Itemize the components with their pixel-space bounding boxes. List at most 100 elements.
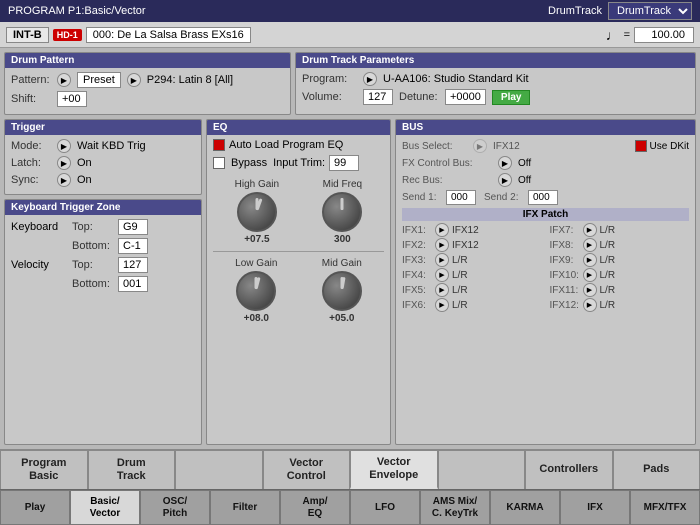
auto-load-label: Auto Load Program EQ [229, 139, 343, 151]
bus-header: BUS [396, 120, 695, 135]
tab2-karma[interactable]: KARMA [490, 490, 560, 525]
tab-empty2 [438, 450, 526, 489]
ifx-grid: IFX1: ▶ IFX12 IFX7: ▶ L/R IFX2: ▶ IFX12 [402, 223, 689, 312]
mid-gain-group: Mid Gain +05.0 [322, 258, 362, 324]
send1-value: 000 [446, 190, 476, 205]
tempo-value: 100.00 [634, 27, 694, 43]
kbd-zone-panel: Keyboard Trigger Zone Keyboard Top: G9 B… [4, 199, 202, 445]
eq-panel: EQ Auto Load Program EQ Bypass Input Tri… [206, 119, 391, 445]
tab-program-basic[interactable]: Program Basic [0, 450, 88, 489]
fx-control-label: FX Control Bus: [402, 158, 492, 169]
mode-arrow[interactable]: ▶ [57, 139, 71, 153]
list-item: IFX2: ▶ IFX12 [402, 238, 542, 252]
latch-value: On [77, 157, 92, 169]
kbd-top-label: Top: [72, 221, 112, 233]
sync-arrow[interactable]: ▶ [57, 173, 71, 187]
sync-label: Sync: [11, 174, 51, 186]
mid-gain-label: Mid Gain [322, 258, 362, 269]
tab2-basic-vector[interactable]: Basic/ Vector [70, 490, 140, 525]
dt-detune-value: +0000 [445, 89, 486, 105]
mid-freq-label: Mid Freq [323, 179, 362, 190]
list-item: IFX10: ▶ L/R [550, 268, 690, 282]
tab2-amp-eq[interactable]: Amp/ EQ [280, 490, 350, 525]
high-gain-label: High Gain [235, 179, 279, 190]
rec-bus-arrow[interactable]: ▶ [498, 173, 512, 187]
tab2-play[interactable]: Play [0, 490, 70, 525]
tab-controllers[interactable]: Controllers [525, 450, 613, 489]
tab-vector-envelope[interactable]: Vector Envelope [350, 450, 438, 489]
list-item: IFX3: ▶ L/R [402, 253, 542, 267]
tab2-osc-pitch[interactable]: OSC/ Pitch [140, 490, 210, 525]
bypass-label: Bypass [231, 157, 267, 169]
int-b-label: INT-B [6, 27, 49, 43]
send1-label: Send 1: [402, 192, 442, 203]
ifx-patch-header: IFX Patch [402, 208, 689, 221]
tab-pads[interactable]: Pads [613, 450, 700, 489]
play-button[interactable]: Play [492, 90, 531, 105]
bypass-checkbox[interactable] [213, 157, 225, 169]
tab2-ams-mix[interactable]: AMS Mix/ C. KeyTrk [420, 490, 490, 525]
tab-drum-track[interactable]: Drum Track [88, 450, 176, 489]
hd1-badge: HD-1 [53, 29, 82, 41]
pattern-arrow[interactable]: ▶ [57, 73, 71, 87]
dt-program-arrow[interactable]: ▶ [363, 72, 377, 86]
shift-value: +00 [57, 91, 87, 107]
list-item: IFX1: ▶ IFX12 [402, 223, 542, 237]
mode-label-t: Mode: [11, 140, 51, 152]
low-gain-knob[interactable] [236, 271, 276, 311]
pattern-value-arrow[interactable]: ▶ [127, 73, 141, 87]
latch-arrow[interactable]: ▶ [57, 156, 71, 170]
list-item: IFX7: ▶ L/R [550, 223, 690, 237]
list-item: IFX4: ▶ L/R [402, 268, 542, 282]
mode-dropdown[interactable]: DrumTrack [608, 2, 692, 20]
dt-detune-label: Detune: [399, 91, 439, 103]
send2-label: Send 2: [484, 192, 524, 203]
mid-freq-knob[interactable] [322, 192, 362, 232]
dt-program-value: U-AA106: Studio Standard Kit [383, 73, 529, 85]
keyboard-label: Keyboard [11, 221, 66, 233]
rec-bus-label: Rec Bus: [402, 175, 492, 186]
tempo-icon: ♩ [606, 27, 620, 43]
kbd-bottom-label: Bottom: [72, 240, 112, 252]
list-item: IFX8: ▶ L/R [550, 238, 690, 252]
velocity-label: Velocity [11, 259, 66, 271]
bottom-tabs-row1: Program Basic Drum Track Vector Control … [0, 449, 700, 489]
kbd-zone-header: Keyboard Trigger Zone [5, 200, 201, 215]
high-gain-knob[interactable] [237, 192, 277, 232]
input-trim-label: Input Trim: [273, 157, 325, 169]
dt-volume-value: 127 [363, 89, 393, 105]
send2-value: 000 [528, 190, 558, 205]
rec-bus-value: Off [518, 175, 531, 186]
tab2-ifx[interactable]: IFX [560, 490, 630, 525]
mode-label: DrumTrack [548, 5, 602, 17]
kbd-bottom-value: C-1 [118, 238, 148, 254]
mid-gain-knob[interactable] [322, 271, 362, 311]
vel-top-label: Top: [72, 259, 112, 271]
fx-control-value: Off [518, 158, 531, 169]
bus-select-arrow[interactable]: ▶ [473, 139, 487, 153]
low-gain-value: +08.0 [244, 313, 269, 324]
shift-label: Shift: [11, 93, 51, 105]
use-dkit-checkbox[interactable] [635, 140, 647, 152]
tab-vector-control[interactable]: Vector Control [263, 450, 351, 489]
patch-name: 000: De La Salsa Brass EXs16 [86, 27, 251, 43]
bus-select-label: Bus Select: [402, 141, 467, 152]
tab2-filter[interactable]: Filter [210, 490, 280, 525]
drum-track-header: Drum Track Parameters [296, 53, 695, 68]
kbd-top-value: G9 [118, 219, 148, 235]
input-trim-value: 99 [329, 155, 359, 171]
top-bar: INT-B HD-1 000: De La Salsa Brass EXs16 … [0, 22, 700, 48]
tab2-lfo[interactable]: LFO [350, 490, 420, 525]
high-gain-value: +07.5 [244, 234, 269, 245]
auto-load-checkbox[interactable] [213, 139, 225, 151]
pattern-value: P294: Latin 8 [All] [147, 74, 233, 86]
program-title: PROGRAM P1:Basic/Vector [8, 5, 146, 17]
tab2-mfx-tfx[interactable]: MFX/TFX [630, 490, 700, 525]
fx-control-arrow[interactable]: ▶ [498, 156, 512, 170]
list-item: IFX5: ▶ L/R [402, 283, 542, 297]
trigger-panel: Trigger Mode: ▶ Wait KBD Trig Latch: ▶ O… [4, 119, 202, 195]
eq-header: EQ [207, 120, 390, 135]
high-gain-group: High Gain +07.5 [235, 179, 279, 245]
mid-gain-value: +05.0 [329, 313, 354, 324]
list-item: IFX11: ▶ L/R [550, 283, 690, 297]
